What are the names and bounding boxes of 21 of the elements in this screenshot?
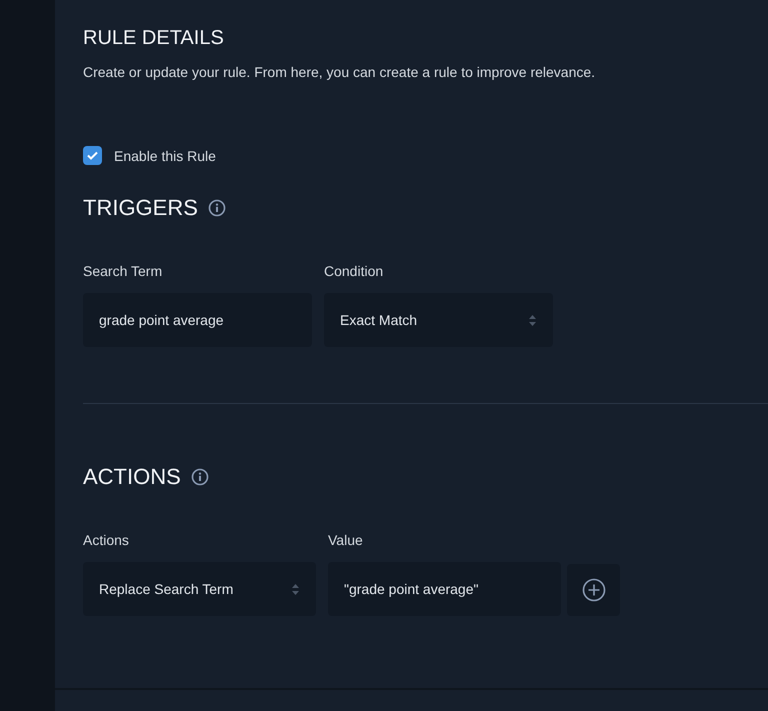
description: Create or update your rule. From here, you can create a rule to improve relevance.	[83, 64, 596, 80]
sort-arrows-icon	[291, 582, 300, 596]
field-label: Condition	[324, 263, 384, 279]
text-field[interactable]: grade point average	[83, 293, 312, 347]
info-icon[interactable]	[208, 199, 226, 217]
add-button[interactable]	[567, 564, 620, 616]
info-icon[interactable]	[190, 468, 209, 486]
field-label: Value	[328, 532, 363, 548]
select-field[interactable]: Exact Match	[324, 293, 553, 347]
page-title: RULE DETAILS	[83, 27, 224, 50]
select-field[interactable]: Replace Search Term	[83, 562, 316, 616]
checkbox[interactable]	[83, 146, 102, 165]
plus-icon	[582, 578, 606, 602]
section-title: ACTIONS	[83, 464, 181, 490]
sort-arrows-icon	[528, 314, 537, 326]
text-field[interactable]: "grade point average"	[328, 562, 561, 616]
section-title: TRIGGERS	[83, 195, 198, 221]
checkbox-label: Enable this Rule	[114, 148, 216, 164]
field-label: Actions	[83, 532, 129, 548]
field-label: Search Term	[83, 263, 162, 279]
checkmark-icon	[87, 151, 98, 160]
